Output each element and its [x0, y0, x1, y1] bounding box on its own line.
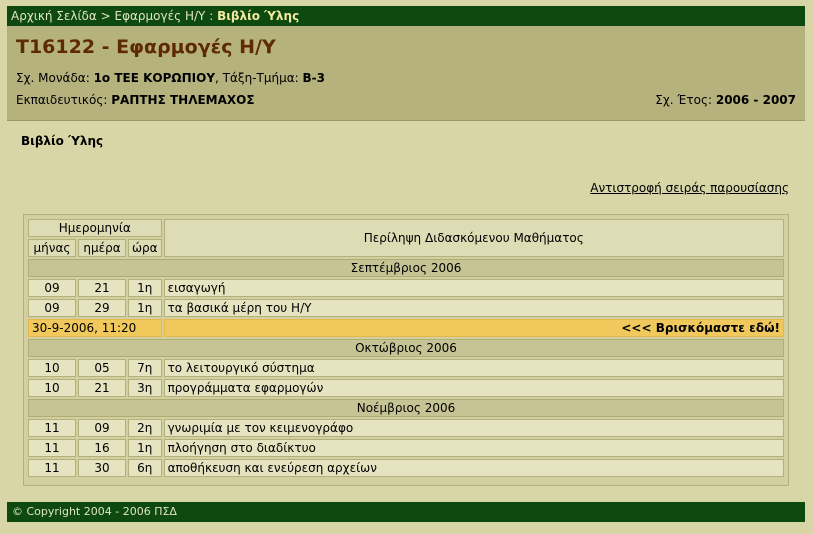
date-header: Ημερομηνία: [28, 219, 162, 237]
syllabus-table: Ημερομηνία Περίληψη Διδασκόμενου Μαθήματ…: [26, 217, 786, 479]
breadcrumb-current: Βιβλίο Ύλης: [217, 9, 300, 23]
row-hour: 1η: [128, 439, 162, 457]
table-row: 11 30 6η αποθήκευση και ενεύρεση αρχείων: [28, 459, 784, 477]
row-summary: γνωριμία με τον κειμενογράφο: [163, 419, 784, 437]
comma: ,: [215, 71, 219, 85]
table-header-row: Ημερομηνία Περίληψη Διδασκόμενου Μαθήματ…: [28, 219, 784, 257]
row-day: 16: [78, 439, 126, 457]
row-month: 09: [28, 279, 76, 297]
row-month: 11: [28, 439, 76, 457]
row-hour: 1η: [128, 279, 162, 297]
current-position-message: <<< Βρισκόμαστε εδώ!: [163, 319, 784, 337]
month-group-row: Οκτώβριος 2006: [28, 339, 784, 357]
row-month: 10: [28, 379, 76, 397]
course-title: T16122 - Εφαρμογές Η/Υ: [16, 36, 276, 58]
row-summary: τα βασικά μέρη του Η/Υ: [163, 299, 784, 317]
row-day: 05: [78, 359, 126, 377]
row-month: 11: [28, 459, 76, 477]
page-heading: Βιβλίο Ύλης: [21, 134, 104, 148]
current-datetime: 30-9-2006, 11:20: [28, 319, 162, 337]
table-row: 09 21 1η εισαγωγή: [28, 279, 784, 297]
class-value: Β-3: [302, 71, 326, 85]
row-day: 09: [78, 419, 126, 437]
row-summary: εισαγωγή: [163, 279, 784, 297]
table-row: 11 09 2η γνωριμία με τον κειμενογράφο: [28, 419, 784, 437]
month-group-row: Σεπτέμβριος 2006: [28, 259, 784, 277]
row-summary: πλοήγηση στο διαδίκτυο: [163, 439, 784, 457]
teacher-info: Εκπαιδευτικός: ΡΑΠΤΗΣ ΤΗΛΕΜΑΧΟΣ: [16, 93, 255, 107]
row-summary: αποθήκευση και ενεύρεση αρχείων: [163, 459, 784, 477]
table-row: 10 21 3η προγράμματα εφαρμογών: [28, 379, 784, 397]
course-header: T16122 - Εφαρμογές Η/Υ Σχ. Μονάδα: 1ο ΤΕ…: [7, 26, 805, 121]
school-value: 1ο ΤΕΕ ΚΟΡΩΠΙΟΥ: [93, 71, 216, 85]
reverse-order-link[interactable]: Αντιστροφή σειράς παρουσίασης: [590, 181, 789, 195]
summary-header: Περίληψη Διδασκόμενου Μαθήματος: [163, 219, 784, 257]
row-hour: 2η: [128, 419, 162, 437]
row-day: 29: [78, 299, 126, 317]
breadcrumb-separator: >: [100, 9, 111, 23]
hour-col-header: ώρα: [128, 239, 162, 257]
day-col-header: ημέρα: [78, 239, 126, 257]
row-month: 10: [28, 359, 76, 377]
breadcrumb: Αρχική Σελίδα > Εφαρμογές Η/Υ : Βιβλίο Ύ…: [7, 6, 805, 26]
row-summary: προγράμματα εφαρμογών: [163, 379, 784, 397]
current-position-row: 30-9-2006, 11:20 <<< Βρισκόμαστε εδώ!: [28, 319, 784, 337]
class-label: Τάξη-Τμήμα:: [222, 71, 299, 85]
page-frame: Αρχική Σελίδα > Εφαρμογές Η/Υ : Βιβλίο Ύ…: [7, 6, 805, 522]
row-month: 11: [28, 419, 76, 437]
row-hour: 3η: [128, 379, 162, 397]
row-summary: το λειτουργικό σύστημα: [163, 359, 784, 377]
row-hour: 1η: [128, 299, 162, 317]
row-hour: 7η: [128, 359, 162, 377]
row-day: 21: [78, 379, 126, 397]
year-label: Σχ. Έτος:: [655, 93, 713, 107]
breadcrumb-home[interactable]: Αρχική Σελίδα: [11, 9, 97, 23]
month-col-header: μήνας: [28, 239, 76, 257]
school-info: Σχ. Μονάδα: 1ο ΤΕΕ ΚΟΡΩΠΙΟΥ, Τάξη-Τμήμα:…: [16, 71, 325, 85]
row-day: 21: [78, 279, 126, 297]
row-day: 30: [78, 459, 126, 477]
row-hour: 6η: [128, 459, 162, 477]
month-group-row: Νοέμβριος 2006: [28, 399, 784, 417]
teacher-label: Εκπαιδευτικός:: [16, 93, 108, 107]
month-group-label: Οκτώβριος 2006: [28, 339, 784, 357]
syllabus-table-container: Ημερομηνία Περίληψη Διδασκόμενου Μαθήματ…: [23, 214, 789, 486]
school-label: Σχ. Μονάδα:: [16, 71, 90, 85]
teacher-value: ΡΑΠΤΗΣ ΤΗΛΕΜΑΧΟΣ: [111, 93, 255, 107]
year-value: 2006 - 2007: [715, 93, 796, 107]
table-row: 10 05 7η το λειτουργικό σύστημα: [28, 359, 784, 377]
footer-copyright: © Copyright 2004 - 2006 ΠΣΔ: [7, 502, 805, 522]
breadcrumb-section[interactable]: Εφαρμογές Η/Υ: [115, 9, 206, 23]
month-group-label: Νοέμβριος 2006: [28, 399, 784, 417]
month-group-label: Σεπτέμβριος 2006: [28, 259, 784, 277]
table-row: 11 16 1η πλοήγηση στο διαδίκτυο: [28, 439, 784, 457]
table-row: 09 29 1η τα βασικά μέρη του Η/Υ: [28, 299, 784, 317]
school-year: Σχ. Έτος: 2006 - 2007: [655, 93, 796, 107]
row-month: 09: [28, 299, 76, 317]
breadcrumb-separator: :: [209, 9, 214, 23]
